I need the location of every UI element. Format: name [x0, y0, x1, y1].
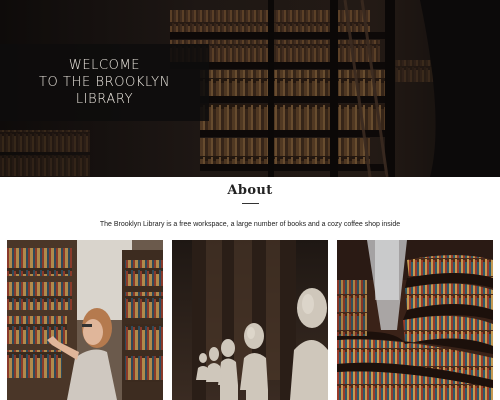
photo-round-library-shelves: [337, 240, 493, 400]
hero-title-box: WELCOME TO THE BROOKLYN LIBRARY: [0, 44, 209, 121]
about-heading: About: [227, 183, 273, 198]
about-description: The Brooklyn Library is a free workspace…: [99, 221, 401, 228]
photo-woman-browsing-shelves: [7, 240, 163, 400]
about-divider: [242, 203, 259, 204]
photo-marble-busts-hall: [172, 240, 328, 400]
hero-banner: WELCOME TO THE BROOKLYN LIBRARY: [0, 0, 500, 177]
hero-title: WELCOME TO THE BROOKLYN LIBRARY: [38, 58, 171, 107]
